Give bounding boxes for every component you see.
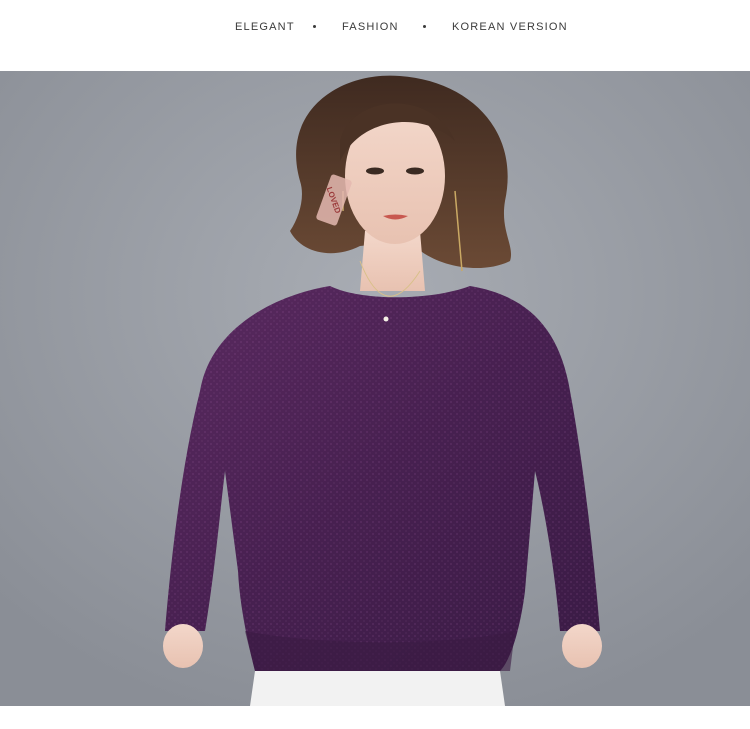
model-illustration: LOVED: [0, 71, 750, 706]
left-eye: [366, 167, 384, 175]
separator-dot: [423, 25, 426, 28]
footer-bar: [0, 706, 750, 729]
right-eye: [406, 167, 424, 175]
left-hand: [163, 624, 203, 668]
white-pants: [250, 671, 505, 706]
product-photo: LOVED: [0, 71, 750, 706]
tag-elegant: ELEGANT: [235, 21, 295, 33]
tag-fashion: FASHION: [342, 21, 399, 33]
tag-korean-version: KOREAN VERSION: [452, 21, 568, 33]
necklace-pendant: [383, 316, 389, 322]
separator-dot: [313, 25, 316, 28]
header-bar: ELEGANT FASHION KOREAN VERSION: [0, 0, 750, 71]
right-hand: [562, 624, 602, 668]
